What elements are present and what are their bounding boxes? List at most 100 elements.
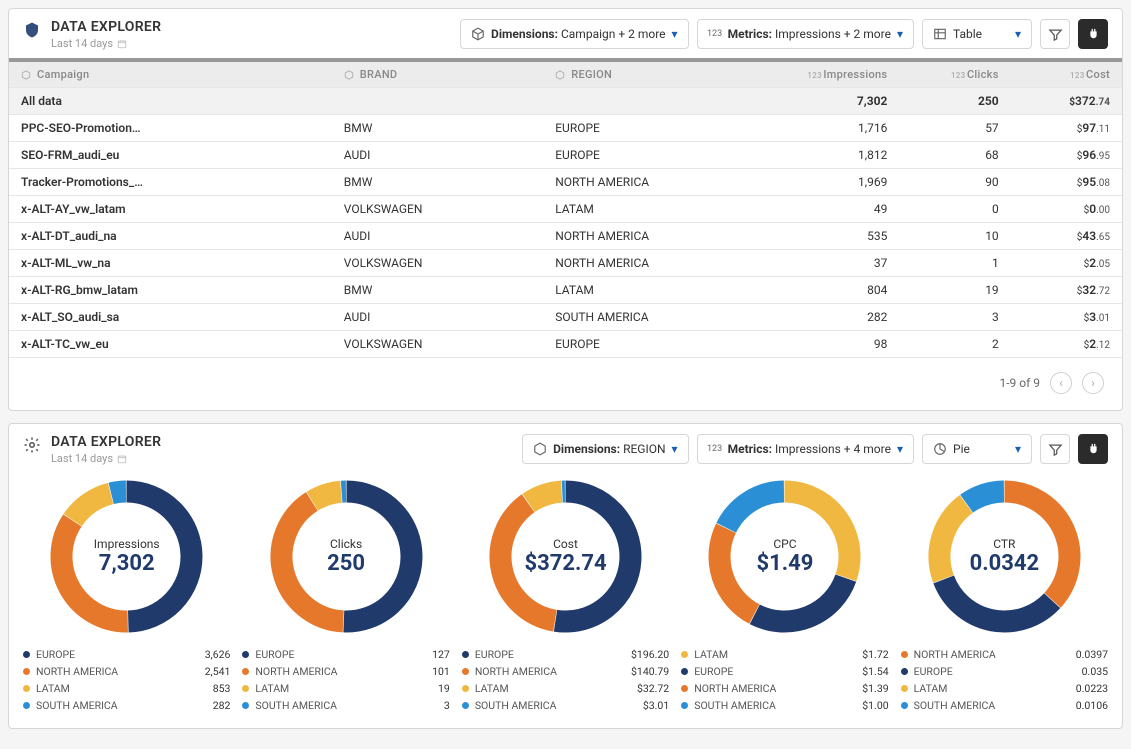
settings-button[interactable] <box>1078 19 1108 49</box>
chevron-down-icon: ▾ <box>1015 27 1021 41</box>
legend-dot <box>681 668 688 675</box>
donut-value: $1.49 <box>756 551 813 576</box>
metrics-icon: 123 <box>708 27 722 41</box>
legend-name: EUROPE <box>36 648 75 661</box>
dimensions-dropdown[interactable]: Dimensions: Campaign + 2 more ▾ <box>460 19 689 49</box>
view-dropdown[interactable]: Table ▾ <box>922 19 1032 49</box>
table-row[interactable]: PPC-SEO-Promotion…BMWEUROPE1,71657$97.11 <box>9 115 1122 142</box>
legend-value: 282 <box>213 699 231 712</box>
filter-button[interactable] <box>1040 19 1070 49</box>
legend-name: NORTH AMERICA <box>914 648 996 661</box>
donut-value: 250 <box>327 551 365 576</box>
table-icon <box>933 27 947 41</box>
calendar-icon <box>117 39 127 49</box>
legend-value: 127 <box>432 648 450 661</box>
table-panel: DATA EXPLORER Last 14 days Dimensions: C… <box>8 8 1123 411</box>
legend: EUROPE$196.20NORTH AMERICA$140.79LATAM$3… <box>462 646 669 714</box>
legend-value: $3.01 <box>643 699 669 712</box>
filter-button[interactable] <box>1040 434 1070 464</box>
legend-row: EUROPE 127 <box>242 646 449 663</box>
explorer-icon <box>23 21 41 39</box>
pager-next[interactable]: › <box>1082 372 1104 394</box>
legend: NORTH AMERICA0.0397EUROPE0.035LATAM0.022… <box>901 646 1108 714</box>
legend-dot <box>242 668 249 675</box>
legend-name: NORTH AMERICA <box>36 665 118 678</box>
legend-dot <box>23 685 30 692</box>
col-cost[interactable]: 123Cost <box>1011 62 1122 88</box>
table-wrap: Campaign BRAND REGION 123Impressions 123… <box>9 58 1122 358</box>
legend: LATAM$1.72EUROPE$1.54 NORTH AMERICA $1.39 S… <box>681 646 888 714</box>
table-row[interactable]: x-ALT-TC_vw_euVOLKSWAGENEUROPE982$2.12 <box>9 331 1122 358</box>
legend-dot <box>901 702 908 709</box>
metrics-icon: 123 <box>708 442 722 456</box>
table-row[interactable]: x-ALT-ML_vw_naVOLKSWAGENNORTH AMERICA371… <box>9 250 1122 277</box>
legend-row: LATAM853 <box>23 680 230 697</box>
legend-value: $1.39 <box>862 682 888 695</box>
col-region[interactable]: REGION <box>543 62 788 88</box>
cube-icon <box>471 27 485 41</box>
legend-name: NORTH AMERICA <box>255 665 337 678</box>
legend-dot <box>242 651 249 658</box>
col-clicks[interactable]: 123Clicks <box>899 62 1010 88</box>
pager-text: 1-9 of 9 <box>999 376 1040 390</box>
donut-label: CTR <box>993 537 1015 551</box>
legend: EUROPE3,626NORTH AMERICA2,541LATAM853SOU… <box>23 646 230 714</box>
legend-value: $140.79 <box>631 665 669 678</box>
legend-name: SOUTH AMERICA <box>255 699 337 712</box>
settings-button[interactable] <box>1078 434 1108 464</box>
table-row-total: All data7,302250$372.74 <box>9 88 1122 115</box>
legend-dot <box>23 702 30 709</box>
legend-row: NORTH AMERICA 2,541 <box>23 663 230 680</box>
legend-row: SOUTH AMERICA$1.00 <box>681 697 888 714</box>
legend-dot <box>681 702 688 709</box>
table-row[interactable]: SEO-FRM_audi_euAUDIEUROPE1,81268$96.95 <box>9 142 1122 169</box>
charts-panel: DATA EXPLORER Last 14 days Dimensions: R… <box>8 423 1123 729</box>
donut-value: 0.0342 <box>970 551 1040 576</box>
panel-subtitle: Last 14 days <box>51 37 161 50</box>
metrics-dropdown[interactable]: 123 Metrics: Impressions + 2 more ▾ <box>697 19 914 49</box>
chart-card-ctr: CTR0.0342NORTH AMERICA0.0397EUROPE0.035L… <box>901 479 1108 714</box>
chart-card-clicks: Clicks250EUROPE127NORTH AMERICA101LATAM1… <box>242 479 449 714</box>
table-row[interactable]: x-ALT-DT_audi_naAUDINORTH AMERICA53510$4… <box>9 223 1122 250</box>
table-row[interactable]: x-ALT-RG_bmw_latamBMWLATAM80419$32.72 <box>9 277 1122 304</box>
panel-title: DATA EXPLORER <box>51 434 161 450</box>
table-row[interactable]: Tracker-Promotions_…BMWNORTH AMERICA1,96… <box>9 169 1122 196</box>
dimensions-dropdown[interactable]: Dimensions: REGION ▾ <box>522 434 688 464</box>
col-impressions[interactable]: 123Impressions <box>788 62 899 88</box>
panel-title: DATA EXPLORER <box>51 19 161 35</box>
legend-row: SOUTH AMERICA3 <box>242 697 449 714</box>
pager-prev[interactable]: ‹ <box>1050 372 1072 394</box>
legend-row: EUROPE0.035 <box>901 663 1108 680</box>
chevron-down-icon: ▾ <box>897 442 903 456</box>
chart-card-impressions: Impressions7,302EUROPE3,626NORTH AMERICA… <box>23 479 230 714</box>
legend-name: LATAM <box>914 682 948 695</box>
legend-row: LATAM0.0223 <box>901 680 1108 697</box>
legend-name: LATAM <box>36 682 70 695</box>
legend-name: EUROPE <box>255 648 294 661</box>
metrics-dropdown[interactable]: 123 Metrics: Impressions + 4 more ▾ <box>697 434 914 464</box>
chart-card-cost: Cost$372.74EUROPE$196.20NORTH AMERICA$14… <box>462 479 669 714</box>
table-panel-header: DATA EXPLORER Last 14 days Dimensions: C… <box>9 9 1122 58</box>
pager: 1-9 of 9 ‹ › <box>9 358 1122 410</box>
col-brand[interactable]: BRAND <box>332 62 543 88</box>
legend-name: NORTH AMERICA <box>694 682 776 695</box>
charts-panel-header: DATA EXPLORER Last 14 days Dimensions: R… <box>9 424 1122 473</box>
legend-name: SOUTH AMERICA <box>36 699 118 712</box>
legend-row: LATAM$1.72 <box>681 646 888 663</box>
view-dropdown[interactable]: Pie ▾ <box>922 434 1032 464</box>
legend-value: $196.20 <box>631 648 669 661</box>
legend-value: $1.72 <box>862 648 888 661</box>
col-campaign[interactable]: Campaign <box>9 62 332 88</box>
filter-icon <box>1048 27 1063 42</box>
legend-row: SOUTH AMERICA 282 <box>23 697 230 714</box>
legend-value: 0.0106 <box>1076 699 1108 712</box>
legend-value: 2,541 <box>205 665 231 678</box>
table-row[interactable]: x-ALT-AY_vw_latamVOLKSWAGENLATAM490$0.00 <box>9 196 1122 223</box>
donut-label: Cost <box>553 537 578 551</box>
legend-row: EUROPE$1.54 <box>681 663 888 680</box>
table-row[interactable]: x-ALT_SO_audi_saAUDISOUTH AMERICA2823$3.… <box>9 304 1122 331</box>
legend-row: EUROPE3,626 <box>23 646 230 663</box>
legend-dot <box>901 668 908 675</box>
legend-name: NORTH AMERICA <box>475 665 557 678</box>
legend-name: EUROPE <box>694 665 733 678</box>
